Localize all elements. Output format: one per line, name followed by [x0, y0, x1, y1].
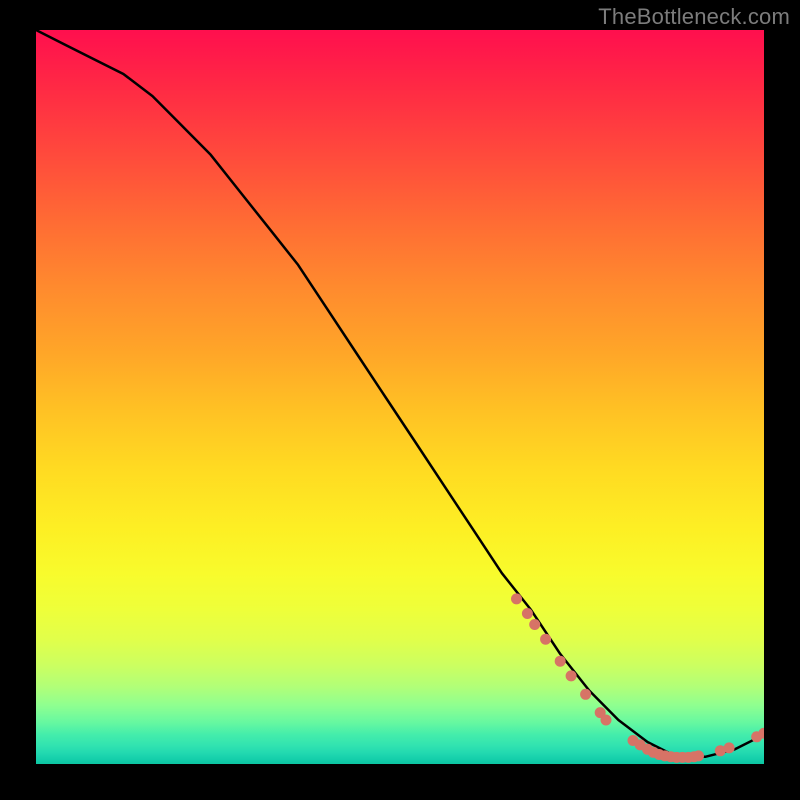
curve-marker	[566, 670, 577, 681]
plot-area	[36, 30, 764, 764]
curve-marker	[724, 742, 735, 753]
curve-marker	[580, 689, 591, 700]
curve-marker	[693, 750, 704, 761]
curve-marker	[511, 593, 522, 604]
watermark-text: TheBottleneck.com	[598, 4, 790, 30]
curve-marker	[601, 715, 612, 726]
chart-frame: TheBottleneck.com	[0, 0, 800, 800]
curve-markers	[36, 30, 764, 764]
curve-marker	[529, 619, 540, 630]
curve-marker	[555, 656, 566, 667]
curve-marker	[522, 608, 533, 619]
curve-marker	[540, 634, 551, 645]
